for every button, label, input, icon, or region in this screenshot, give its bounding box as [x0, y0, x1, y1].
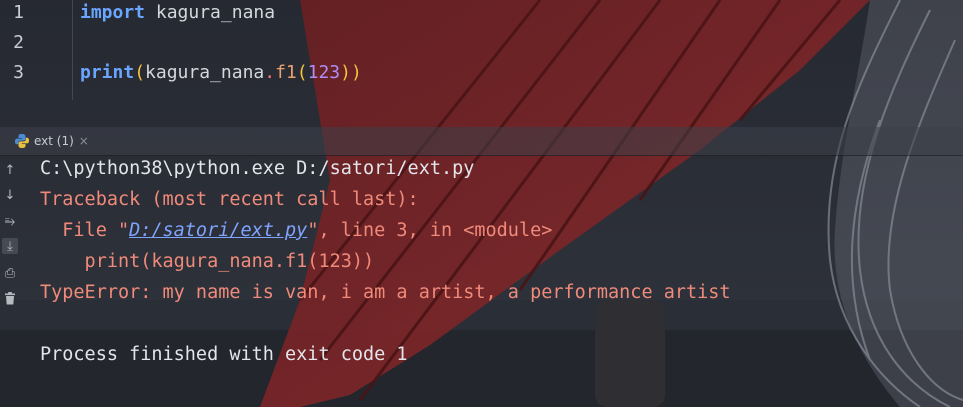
- trash-icon[interactable]: [2, 290, 18, 306]
- line-number: 1: [13, 2, 24, 23]
- trash-icon-glyph: [5, 291, 15, 304]
- error-message: TypeError: my name is van, i am a artist…: [40, 282, 731, 303]
- code-line-3[interactable]: print(kagura_nana.f1(123)): [80, 63, 362, 83]
- run-tab-label: ext (1): [34, 134, 74, 148]
- open-paren-inner: (: [296, 62, 308, 83]
- traceback-code-echo: print(kagura_nana.f1(123)): [40, 251, 375, 272]
- keyword-import: import: [80, 2, 146, 23]
- exit-message: Process finished with exit code 1: [40, 344, 408, 365]
- line-number: 3: [13, 62, 24, 83]
- module-name: kagura_nana: [155, 2, 276, 23]
- open-paren: (: [134, 62, 146, 83]
- run-tool-window-header: ext (1) ×: [0, 127, 963, 156]
- file-prefix: File ": [40, 220, 130, 241]
- print-icon[interactable]: ⎙: [2, 265, 18, 281]
- code-editor[interactable]: 1 2 3 import kagura_nana print(kagura_na…: [0, 0, 963, 100]
- scroll-to-end-icon[interactable]: ⤓: [2, 238, 18, 254]
- gutter-divider: [72, 0, 73, 100]
- file-suffix: ", line 3, in <module>: [307, 220, 553, 241]
- run-tab-ext[interactable]: ext (1) ×: [14, 131, 89, 151]
- console-side-toolbar: ↑ ↓ ⥱ ⤓ ⎙: [0, 156, 20, 407]
- traceback-header: Traceback (most recent call last):: [40, 189, 419, 210]
- object-name: kagura_nana: [145, 62, 265, 83]
- print-call: print: [80, 62, 135, 83]
- dot-operator: .: [264, 62, 276, 83]
- traceback-file-line: File "D:/satori/ext.py", line 3, in <mod…: [40, 220, 552, 242]
- line-number-gutter: 1 2 3: [0, 0, 72, 100]
- command-line: C:\python38\python.exe D:/satori/ext.py: [40, 158, 475, 179]
- soft-wrap-icon[interactable]: ⥱: [2, 213, 18, 229]
- code-line-1[interactable]: import kagura_nana: [80, 3, 275, 23]
- file-link[interactable]: D:/satori/ext.py: [129, 220, 307, 241]
- up-arrow-icon[interactable]: ↑: [2, 162, 18, 178]
- down-arrow-icon[interactable]: ↓: [2, 187, 18, 203]
- attribute-name: f1: [275, 62, 297, 83]
- line-number: 2: [13, 32, 24, 53]
- python-icon: [15, 134, 29, 148]
- close-icon[interactable]: ×: [79, 134, 89, 148]
- close-parens: )): [340, 62, 362, 83]
- number-literal: 123: [307, 62, 341, 83]
